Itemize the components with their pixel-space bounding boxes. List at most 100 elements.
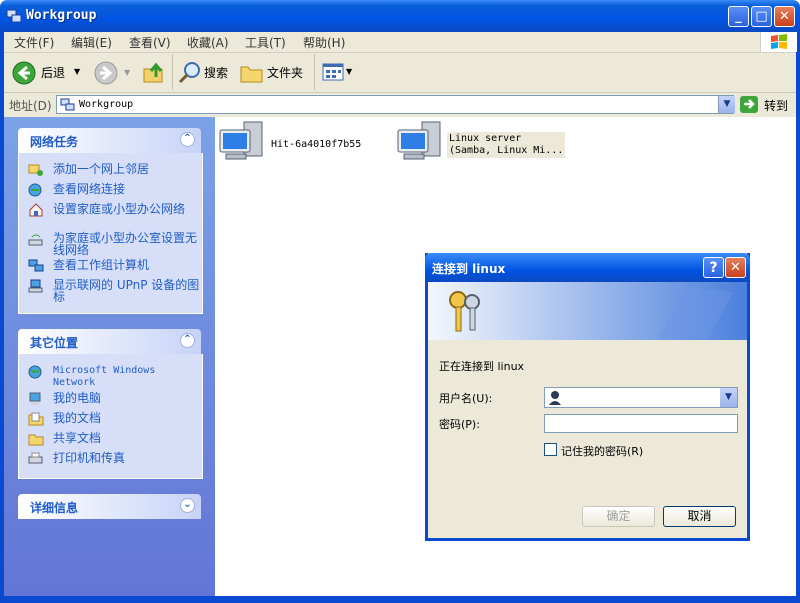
workgroup-computers-icon bbox=[28, 259, 44, 272]
minimize-button[interactable]: _ bbox=[728, 6, 749, 27]
menu-file[interactable]: 文件(F) bbox=[14, 34, 54, 51]
go-arrow-icon bbox=[740, 96, 758, 113]
window-border-bottom bbox=[0, 596, 800, 603]
folder-icon bbox=[240, 66, 263, 83]
help-button[interactable]: ? bbox=[703, 257, 724, 278]
menu-view[interactable]: 查看(V) bbox=[129, 34, 171, 51]
printer-icon bbox=[28, 452, 43, 464]
computer-comment: (Samba, Linux Mi... bbox=[449, 145, 564, 156]
other-places-header[interactable]: 其它位置 ⌃ bbox=[18, 329, 201, 354]
network-computer-icon bbox=[397, 121, 441, 160]
banner-watermark-icon bbox=[658, 287, 733, 340]
remember-password-label[interactable]: 记住我的密码(R) bbox=[561, 443, 643, 459]
dialog-titlebar[interactable]: 连接到 linux ? ✕ bbox=[425, 253, 750, 282]
expand-chevron-icon[interactable]: ⌄ bbox=[180, 498, 195, 513]
go-button[interactable]: 转到 bbox=[738, 95, 794, 114]
task-add-network-place[interactable]: 添加一个网上邻居 bbox=[28, 163, 198, 177]
shared-folder-icon bbox=[28, 434, 44, 446]
task-show-upnp-icons[interactable]: 显示联网的 UPnP 设备的图标 bbox=[28, 279, 199, 305]
search-icon bbox=[178, 62, 200, 84]
upnp-device-icon bbox=[28, 279, 43, 293]
keys-icon bbox=[449, 291, 480, 332]
connecting-text: 正在连接到 linux bbox=[439, 360, 525, 373]
add-network-place-icon bbox=[28, 164, 43, 176]
dialog-banner bbox=[428, 282, 747, 340]
computer-name: Hit-6a4010f7b55 bbox=[271, 139, 362, 150]
folders-button[interactable]: 文件夹 bbox=[240, 59, 310, 87]
window-titlebar[interactable]: Workgroup _ □ ✕ bbox=[0, 0, 800, 32]
dialog-close-button[interactable]: ✕ bbox=[725, 257, 746, 278]
other-places-title: 其它位置 bbox=[30, 336, 79, 350]
menu-edit[interactable]: 编辑(E) bbox=[71, 34, 112, 51]
menu-help[interactable]: 帮助(H) bbox=[303, 34, 345, 51]
place-microsoft-windows-network[interactable]: Microsoft Windows Network bbox=[28, 365, 198, 389]
window-title: Workgroup bbox=[26, 8, 97, 23]
network-connections-icon bbox=[28, 183, 42, 197]
place-my-documents[interactable]: 我的文档 bbox=[28, 412, 198, 426]
password-input[interactable] bbox=[544, 414, 738, 433]
place-shared-documents[interactable]: 共享文档 bbox=[28, 432, 198, 446]
computer-item[interactable]: Hit-6a4010f7b55 bbox=[218, 120, 378, 170]
collapse-chevron-icon[interactable]: ⌃ bbox=[180, 132, 195, 147]
close-button[interactable]: ✕ bbox=[774, 6, 795, 27]
views-dropdown-icon: ▼ bbox=[346, 67, 353, 76]
password-label: 密码(P): bbox=[439, 418, 480, 431]
go-label: 转到 bbox=[764, 99, 789, 113]
network-computer-icon bbox=[219, 121, 263, 160]
views-grid-icon bbox=[322, 63, 344, 81]
network-folder-icon bbox=[60, 98, 75, 111]
back-label: 后退 bbox=[41, 66, 66, 80]
collapse-chevron-icon[interactable]: ⌃ bbox=[180, 333, 195, 348]
toolbar-separator bbox=[314, 54, 315, 90]
menu-favorites[interactable]: 收藏(A) bbox=[187, 34, 229, 51]
details-title: 详细信息 bbox=[30, 501, 79, 515]
task-setup-wireless-network[interactable]: 为家庭或小型办公室设置无线网络 bbox=[28, 232, 198, 258]
username-label: 用户名(U): bbox=[439, 392, 493, 405]
up-folder-icon[interactable] bbox=[142, 61, 166, 85]
windows-logo-icon bbox=[760, 32, 797, 52]
task-view-workgroup-computers[interactable]: 查看工作组计算机 bbox=[28, 259, 198, 273]
address-label: 地址(D) bbox=[9, 99, 52, 113]
menu-bar: 文件(F) 编辑(E) 查看(V) 收藏(A) 工具(T) 帮助(H) bbox=[4, 32, 796, 53]
back-dropdown-icon[interactable]: ▼ bbox=[74, 67, 80, 76]
address-dropdown-button[interactable]: ▼ bbox=[718, 96, 735, 113]
user-account-icon bbox=[549, 391, 561, 405]
computer-name: Linux server bbox=[449, 133, 522, 144]
address-value: Workgroup bbox=[79, 99, 134, 110]
home-network-icon bbox=[29, 203, 43, 217]
wireless-network-icon bbox=[28, 234, 43, 246]
search-button[interactable]: 搜索 bbox=[178, 59, 234, 87]
my-computer-icon bbox=[29, 392, 41, 405]
username-dropdown-button[interactable]: ▼ bbox=[720, 388, 737, 407]
network-folder-icon bbox=[6, 9, 22, 23]
globe-network-icon bbox=[28, 365, 42, 379]
place-my-computer[interactable]: 我的电脑 bbox=[28, 392, 198, 406]
search-label: 搜索 bbox=[204, 66, 229, 80]
remember-password-checkbox[interactable] bbox=[544, 443, 557, 456]
window-border-right bbox=[796, 32, 800, 603]
forward-arrow-icon[interactable] bbox=[94, 61, 118, 85]
maximize-button[interactable]: □ bbox=[751, 6, 772, 27]
dialog-title: 连接到 linux bbox=[432, 262, 506, 276]
username-input[interactable] bbox=[565, 389, 717, 406]
username-combobox[interactable]: ▼ bbox=[544, 387, 738, 408]
toolbar bbox=[4, 53, 796, 93]
address-input[interactable]: Workgroup ▼ bbox=[56, 95, 735, 114]
my-documents-icon bbox=[28, 412, 44, 426]
views-button[interactable]: ▼ bbox=[320, 61, 354, 85]
menu-tools[interactable]: 工具(T) bbox=[245, 34, 286, 51]
ok-button[interactable]: 确定 bbox=[582, 506, 655, 527]
cancel-button[interactable]: 取消 bbox=[663, 506, 736, 527]
task-view-network-connections[interactable]: 查看网络连接 bbox=[28, 183, 198, 197]
network-tasks-title: 网络任务 bbox=[30, 135, 79, 149]
back-arrow-icon bbox=[12, 61, 36, 85]
back-button[interactable]: 后退 ▼ bbox=[10, 59, 85, 87]
details-header[interactable]: 详细信息 ⌄ bbox=[18, 494, 201, 519]
folders-label: 文件夹 bbox=[267, 66, 304, 80]
place-printers-and-faxes[interactable]: 打印机和传真 bbox=[28, 452, 198, 466]
computer-item[interactable]: Linux server (Samba, Linux Mi... bbox=[396, 120, 566, 170]
network-tasks-header[interactable]: 网络任务 ⌃ bbox=[18, 128, 201, 153]
forward-dropdown-icon[interactable]: ▼ bbox=[124, 68, 130, 77]
task-setup-home-network[interactable]: 设置家庭或小型办公网络 bbox=[28, 203, 198, 229]
toolbar-separator bbox=[172, 54, 173, 90]
